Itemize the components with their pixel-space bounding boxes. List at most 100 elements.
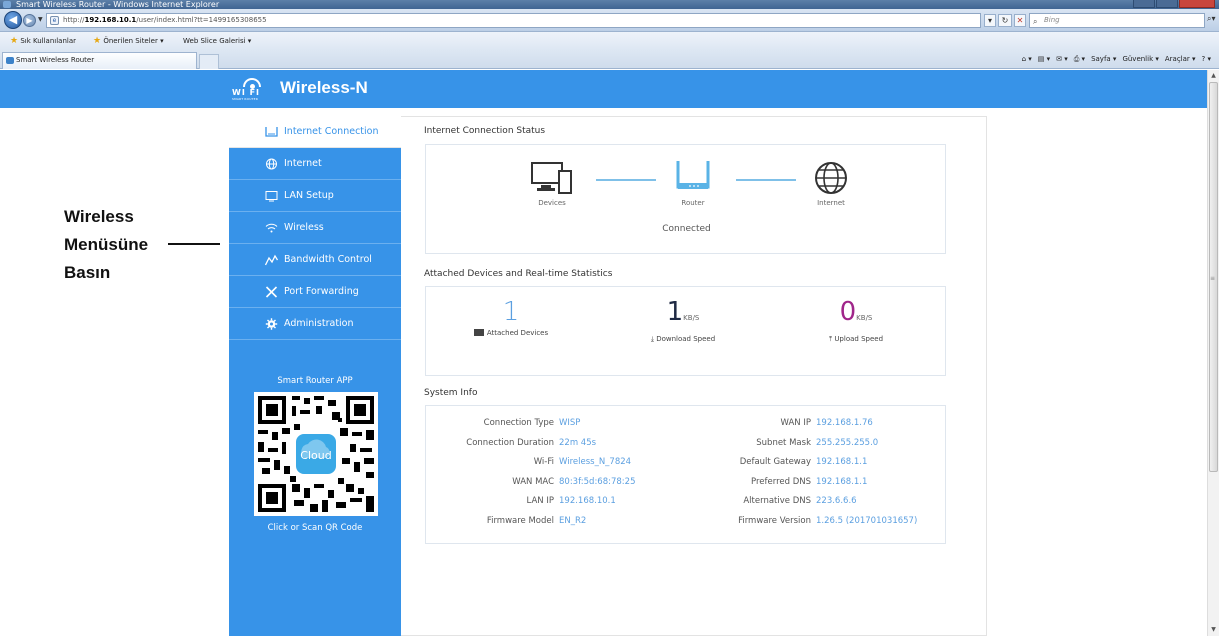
system-info-value: Wireless_N_7824	[559, 457, 632, 467]
router-page: WI FI SMART ROUTER Wireless-N Internet C…	[0, 70, 1207, 636]
command-bar: ⌂ ▾ ▤ ▾ ✉ ▾ ⎙ ▾ Sayfa ▾ Güvenlik ▾ Araçl…	[1022, 50, 1211, 69]
system-info-key: Subnet Mask	[756, 437, 811, 448]
system-info-value: 192.168.1.1	[816, 457, 868, 467]
forward-arrow-icon: ▶	[26, 16, 33, 25]
system-info-key: Connection Duration	[466, 437, 554, 448]
web-slice-gallery-link[interactable]: Web Slice Galerisi ▾	[183, 32, 251, 50]
help-icon[interactable]: ? ▾	[1202, 50, 1211, 69]
system-info-key: WAN MAC	[512, 476, 554, 487]
close-button[interactable]	[1179, 0, 1215, 8]
system-info-value: WISP	[559, 418, 581, 428]
search-input[interactable]: ⌕ Bing	[1029, 13, 1205, 28]
sidebar-item-lan-setup[interactable]: LAN Setup	[229, 180, 401, 212]
tab-favicon-icon	[6, 57, 14, 64]
system-info-value: EN_R2	[559, 515, 587, 526]
maximize-button[interactable]	[1156, 0, 1178, 8]
system-info-panel: Connection Type WISP Connection Duration 22…	[425, 405, 946, 544]
scroll-down-icon[interactable]: ▼	[1208, 624, 1219, 636]
router-header: WI FI SMART ROUTER Wireless-N	[0, 70, 1207, 108]
internet-globe-icon	[815, 162, 847, 194]
connector-line	[736, 179, 796, 181]
new-tab-button[interactable]	[199, 54, 219, 69]
sidebar: Internet Connection Internet LAN Setup W…	[229, 116, 401, 636]
system-info-value: 255.255.255.0	[816, 437, 879, 448]
upload-icon: ⤒	[828, 335, 833, 343]
minimize-button[interactable]	[1133, 0, 1155, 8]
window-controls	[1133, 0, 1215, 9]
wifi-logo: WI FI SMART ROUTER	[230, 78, 276, 102]
url-input[interactable]: e http://192.168.10.1/user/index.html?tt…	[46, 13, 981, 28]
scroll-up-icon[interactable]: ▲	[1208, 70, 1219, 82]
back-button[interactable]: ◀	[4, 11, 22, 29]
statistics-panel: 1 Attached Devices 1KB/S ⤓ Download Spee…	[425, 286, 946, 376]
system-info-key: WAN IP	[780, 418, 811, 428]
window-titlebar: Smart Wireless Router - Windows Internet…	[0, 0, 1219, 9]
tools-menu[interactable]: Araçlar ▾	[1165, 50, 1196, 69]
url-path: /user/index.html?tt=1499165308655	[136, 16, 267, 24]
tab-smart-router[interactable]: Smart Wireless Router	[2, 52, 197, 69]
internet-label: Internet	[817, 199, 845, 207]
system-info-key: Preferred DNS	[750, 476, 811, 487]
favorites-bar: ★ Sık Kullanılanlar ★ Önerilen Siteler ▾…	[0, 32, 1219, 50]
system-info-value: 192.168.1.1	[816, 476, 868, 487]
download-speed-stat: 1KB/S ⤓ Download Speed	[650, 297, 716, 343]
devices-icon	[531, 162, 572, 194]
page-menu[interactable]: Sayfa ▾	[1091, 50, 1116, 69]
system-info-title: System Info	[424, 388, 478, 398]
sidebar-item-administration[interactable]: Administration	[229, 308, 401, 340]
qr-caption[interactable]: Click or Scan QR Code	[229, 523, 401, 533]
search-go-icon[interactable]: ⌕▾	[1207, 14, 1216, 24]
url-dropdown-icon[interactable]: ▾	[984, 14, 996, 27]
tools-icon	[265, 286, 278, 298]
sidebar-item-bandwidth-control[interactable]: Bandwidth Control	[229, 244, 401, 276]
url-tools: ▾ ↻ ✕	[984, 14, 1026, 27]
forward-button[interactable]: ▶	[23, 14, 36, 27]
router-icon	[265, 127, 278, 137]
sidebar-item-wireless[interactable]: Wireless	[229, 212, 401, 244]
upload-speed-stat: 0KB/S ⤒ Upload Speed	[828, 297, 884, 343]
app-title: Smart Router APP	[277, 376, 353, 386]
connection-state: Connected	[662, 224, 711, 234]
refresh-icon[interactable]: ↻	[998, 14, 1012, 27]
router-label: Router	[681, 199, 705, 207]
system-info-key: Wi-Fi	[533, 457, 554, 467]
url-host: 192.168.10.1	[84, 16, 137, 24]
favorites-button[interactable]: ★ Sık Kullanılanlar	[10, 32, 76, 50]
attached-devices-stat[interactable]: 1 Attached Devices	[426, 297, 596, 337]
sidebar-item-internet[interactable]: Internet	[229, 148, 401, 180]
search-placeholder: Bing	[1044, 16, 1060, 24]
safety-menu[interactable]: Güvenlik ▾	[1122, 50, 1158, 69]
qr-code[interactable]: Cloud	[254, 392, 378, 516]
history-dropdown-icon[interactable]: ▼	[38, 16, 43, 23]
system-info-value: 80:3f:5d:68:78:25	[559, 476, 636, 487]
bandwidth-icon	[265, 254, 278, 266]
router-icon-large	[676, 161, 710, 189]
system-info-key: LAN IP	[526, 496, 554, 506]
wifi-icon	[265, 223, 278, 233]
system-info-value: 1.26.5 (201701031657)	[816, 515, 918, 526]
connector-line	[596, 179, 656, 181]
print-icon[interactable]: ⎙ ▾	[1074, 50, 1085, 69]
mail-icon[interactable]: ✉ ▾	[1056, 50, 1068, 69]
url-prefix: http://	[63, 16, 85, 24]
instruction-annotation: Wireless Menüsüne Basın	[64, 207, 149, 282]
home-icon[interactable]: ⌂ ▾	[1022, 50, 1032, 69]
stop-icon[interactable]: ✕	[1014, 14, 1026, 27]
ie-icon	[3, 1, 11, 8]
address-bar: ◀ ▶ ▼ e http://192.168.10.1/user/index.h…	[0, 9, 1219, 32]
suggested-sites-link[interactable]: ★ Önerilen Siteler ▾	[93, 32, 164, 50]
feeds-icon[interactable]: ▤ ▾	[1038, 50, 1050, 69]
system-info-key: Firmware Model	[486, 515, 554, 526]
system-info-key: Connection Type	[483, 418, 554, 428]
sidebar-item-internet-connection[interactable]: Internet Connection	[229, 116, 401, 148]
add-favorite-icon: ★	[93, 36, 102, 46]
system-info-key: Default Gateway	[739, 457, 811, 467]
globe-icon	[266, 158, 277, 170]
devices-label: Devices	[538, 199, 566, 207]
sidebar-item-port-forwarding[interactable]: Port Forwarding	[229, 276, 401, 308]
back-arrow-icon: ◀	[8, 13, 18, 26]
system-info-key: Alternative DNS	[743, 496, 811, 506]
system-info-value: 223.6.6.6	[816, 496, 857, 506]
page-scrollbar[interactable]: ▲ ≡ ▼	[1207, 70, 1219, 636]
system-info-value: 22m 45s	[559, 437, 597, 448]
